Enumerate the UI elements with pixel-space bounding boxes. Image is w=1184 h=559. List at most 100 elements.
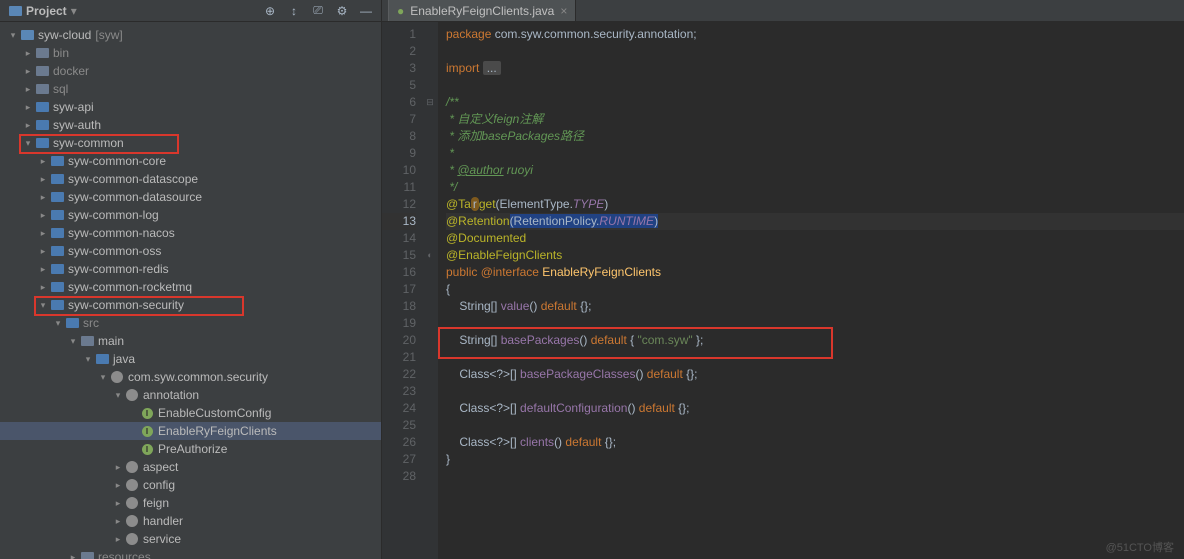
chevron-right-icon[interactable]: ▸	[38, 264, 48, 275]
split-icon[interactable]: ⎚	[311, 4, 325, 18]
chevron-right-icon[interactable]: ▸	[38, 246, 48, 257]
src-icon	[50, 299, 64, 311]
tree-tag: [syw]	[95, 28, 122, 42]
tree-label: syw-common-datasource	[68, 190, 202, 204]
tree-row[interactable]: ▾com.syw.common.security	[0, 368, 381, 386]
tree-row[interactable]: ▸syw-common-rocketmq	[0, 278, 381, 296]
chevron-right-icon[interactable]: ▸	[38, 228, 48, 239]
tree-row[interactable]: ▸service	[0, 530, 381, 548]
tree-label: sql	[53, 82, 68, 96]
tree-row[interactable]: ▸ syw-common-nacos	[0, 224, 381, 242]
chevron-right-icon[interactable]: ▸	[68, 552, 78, 559]
collapse-icon[interactable]: —	[359, 4, 373, 18]
chevron-right-icon[interactable]: ▸	[113, 534, 123, 545]
pkg-icon	[125, 497, 139, 509]
tree-row[interactable]: ▾src	[0, 314, 381, 332]
tree-row[interactable]: ▸ docker	[0, 62, 381, 80]
chevron-down-icon[interactable]: ▾	[83, 354, 93, 365]
tree-row[interactable]: ▸feign	[0, 494, 381, 512]
pkg-icon	[125, 515, 139, 527]
chevron-down-icon[interactable]: ▾	[8, 30, 18, 41]
src-icon	[50, 263, 64, 275]
project-panel-header: Project ▾ ⊕ ↕ ⎚ ⚙ —	[0, 0, 381, 22]
editor-tab[interactable]: ● EnableRyFeignClients.java ×	[388, 0, 576, 21]
line-gutter: 1235678910111213141516171819202122232425…	[382, 22, 422, 559]
tree-row[interactable]: ▾ syw-common	[0, 134, 381, 152]
tree-row[interactable]: ▸config	[0, 476, 381, 494]
tree-row[interactable]: ▸IPreAuthorize	[0, 440, 381, 458]
tree-label: resources	[98, 550, 151, 559]
tree-label: syw-common-datascope	[68, 172, 198, 186]
chevron-right-icon[interactable]: ▸	[113, 462, 123, 473]
tree-row[interactable]: ▸IEnableRyFeignClients	[0, 422, 381, 440]
chevron-right-icon[interactable]: ▸	[38, 156, 48, 167]
tree-row[interactable]: ▸ sql	[0, 80, 381, 98]
tree-row[interactable]: ▸syw-common-redis	[0, 260, 381, 278]
src-icon	[65, 317, 79, 329]
chevron-down-icon[interactable]: ▾	[68, 336, 78, 347]
close-icon[interactable]: ×	[560, 4, 567, 18]
tree-label: syw-common	[53, 136, 124, 150]
chevron-right-icon[interactable]: ▸	[113, 498, 123, 509]
tree-label: syw-cloud	[38, 28, 91, 42]
tree-row[interactable]: ▸IEnableCustomConfig	[0, 404, 381, 422]
tree-row[interactable]: ▾main	[0, 332, 381, 350]
tree-row[interactable]: ▸ handler	[0, 512, 381, 530]
root-icon	[20, 29, 34, 41]
tree-label: EnableRyFeignClients	[158, 424, 277, 438]
chevron-right-icon[interactable]: ▸	[38, 192, 48, 203]
chevron-right-icon[interactable]: ▸	[38, 282, 48, 293]
tree-label: syw-common-security	[68, 298, 184, 312]
java-icon: I	[140, 407, 154, 419]
sort-icon[interactable]: ↕	[287, 4, 301, 18]
tab-label: EnableRyFeignClients.java	[410, 4, 554, 18]
tree-row[interactable]: ▾ syw-common-security	[0, 296, 381, 314]
dropdown-icon[interactable]: ▾	[71, 4, 77, 18]
java-icon: I	[140, 425, 154, 437]
tree-row[interactable]: ▸ syw-auth	[0, 116, 381, 134]
chevron-right-icon[interactable]: ▸	[38, 210, 48, 221]
folder-icon	[35, 83, 49, 95]
tree-row[interactable]: ▸bin	[0, 44, 381, 62]
tree-row[interactable]: ▸ syw-common-datasource	[0, 188, 381, 206]
tree-row[interactable]: ▾annotation	[0, 386, 381, 404]
folder-icon	[35, 65, 49, 77]
src-icon	[50, 245, 64, 257]
pkg-icon	[110, 371, 124, 383]
tree-row[interactable]: ▸syw-common-log	[0, 206, 381, 224]
project-tree[interactable]: ▾syw-cloud [syw]▸bin▸docker▸sql▸syw-api▸…	[0, 22, 381, 559]
tree-label: docker	[53, 64, 89, 78]
tree-label: java	[113, 352, 135, 366]
folder-icon	[80, 551, 94, 559]
chevron-down-icon[interactable]: ▾	[23, 138, 33, 149]
code-area[interactable]: package com.syw.common.security.annotati…	[438, 22, 1184, 559]
chevron-right-icon[interactable]: ▸	[23, 120, 33, 131]
chevron-down-icon[interactable]: ▾	[38, 300, 48, 311]
tree-row[interactable]: ▾ java	[0, 350, 381, 368]
tree-row[interactable]: ▸syw-common-oss	[0, 242, 381, 260]
tree-row[interactable]: ▾ syw-cloud [syw]	[0, 26, 381, 44]
tree-label: syw-auth	[53, 118, 101, 132]
tree-row[interactable]: ▸syw-api	[0, 98, 381, 116]
chevron-right-icon[interactable]: ▸	[23, 84, 33, 95]
chevron-right-icon[interactable]: ▸	[23, 48, 33, 59]
tab-icon: ●	[397, 4, 404, 18]
gear-icon[interactable]: ⚙	[335, 4, 349, 18]
tree-row[interactable]: ▸syw-common-core	[0, 152, 381, 170]
chevron-right-icon[interactable]: ▸	[113, 516, 123, 527]
tree-label: syw-common-nacos	[68, 226, 175, 240]
chevron-right-icon[interactable]: ▸	[113, 480, 123, 491]
tree-label: handler	[143, 514, 183, 528]
chevron-right-icon[interactable]: ▸	[23, 66, 33, 77]
src-icon	[50, 155, 64, 167]
chevron-down-icon[interactable]: ▾	[53, 318, 63, 329]
chevron-down-icon[interactable]: ▾	[113, 390, 123, 401]
tree-row[interactable]: ▸aspect	[0, 458, 381, 476]
chevron-down-icon[interactable]: ▾	[98, 372, 108, 383]
select-target-icon[interactable]: ⊕	[263, 4, 277, 18]
chevron-right-icon[interactable]: ▸	[38, 174, 48, 185]
chevron-right-icon[interactable]: ▸	[23, 102, 33, 113]
folder-icon	[80, 335, 94, 347]
tree-row[interactable]: ▸ resources	[0, 548, 381, 559]
tree-row[interactable]: ▸ syw-common-datascope	[0, 170, 381, 188]
